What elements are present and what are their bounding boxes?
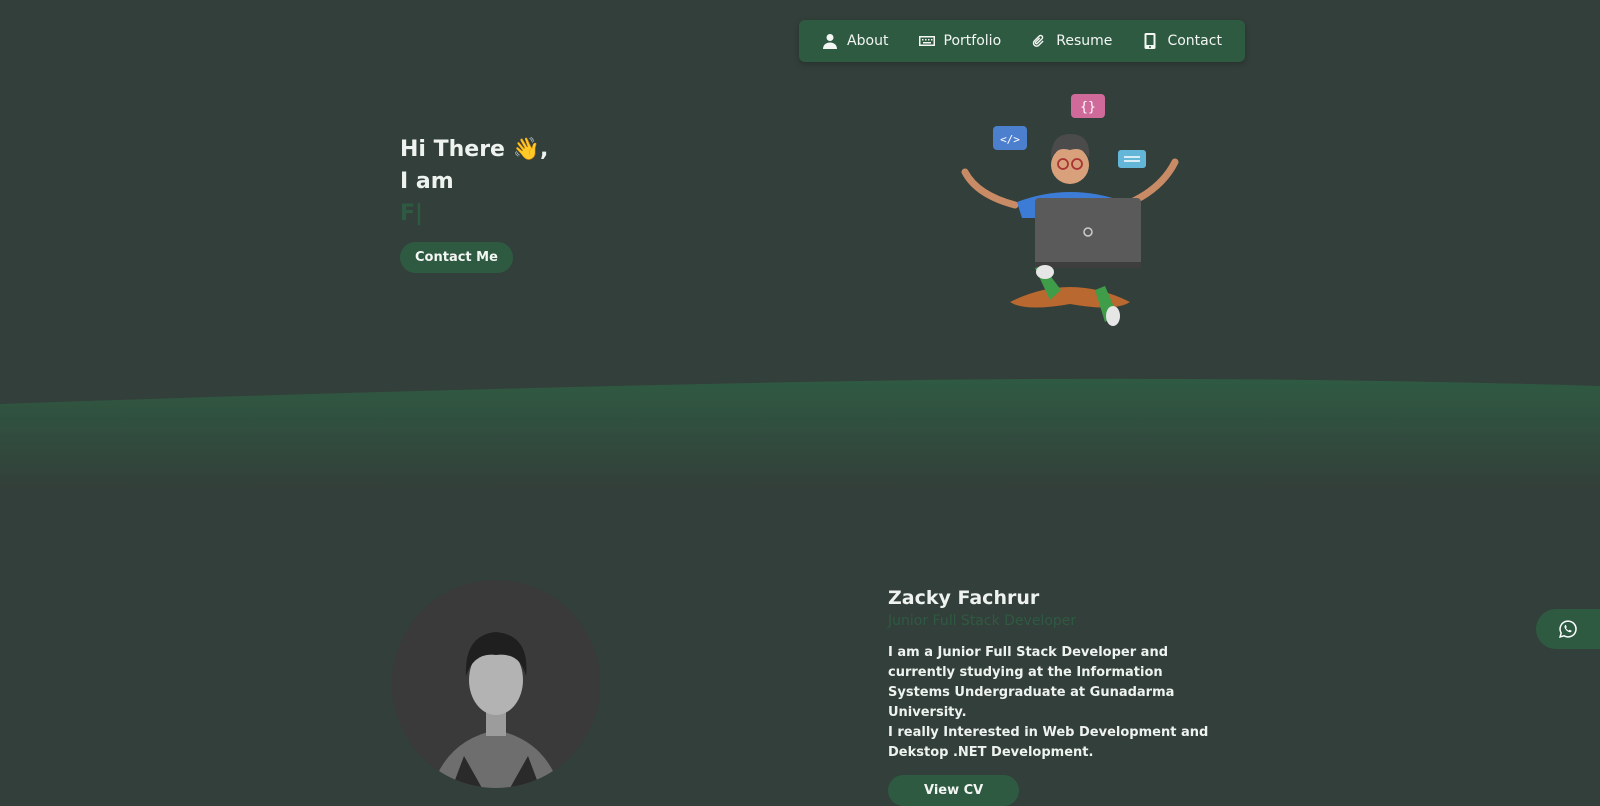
hero-text: Hi There 👋, I am F|: [400, 134, 548, 230]
nav-item-resume[interactable]: Resume: [1031, 33, 1112, 49]
about-interests: I really Interested in Web Development a…: [888, 725, 1209, 760]
about-name: Zacky Fachrur: [888, 587, 1040, 609]
about-section: Zacky Fachrur Junior Full Stack Develope…: [888, 585, 1228, 806]
top-navigation: About Portfolio Resume Contact: [799, 20, 1245, 62]
nav-label-about: About: [847, 33, 889, 49]
profile-photo: [392, 580, 600, 788]
user-icon: [823, 34, 838, 49]
contact-me-button[interactable]: Contact Me: [400, 242, 513, 273]
nav-item-contact[interactable]: Contact: [1142, 33, 1222, 49]
svg-text:{}: {}: [1080, 100, 1096, 115]
whatsapp-icon: [1559, 620, 1577, 638]
view-cv-button[interactable]: View CV: [888, 775, 1020, 806]
nav-item-about[interactable]: About: [822, 33, 888, 49]
nav-label-portfolio: Portfolio: [943, 33, 1002, 49]
nav-label-resume: Resume: [1056, 33, 1113, 49]
developer-illustration: {} </>: [961, 94, 1179, 326]
hero-intro: I am: [400, 169, 454, 194]
hero-greeting: Hi There 👋,: [400, 137, 549, 162]
mobile-phone-icon: [1144, 33, 1156, 49]
nav-label-contact: Contact: [1167, 33, 1222, 49]
about-description: I am a Junior Full Stack Developer and c…: [888, 645, 1175, 720]
svg-text:</>: </>: [1000, 133, 1020, 146]
decorative-wave: [0, 378, 1600, 490]
whatsapp-button[interactable]: [1536, 609, 1600, 649]
keyboard-icon: [918, 36, 935, 46]
paperclip-icon: [1033, 34, 1044, 47]
hero-typed-text: F|: [400, 201, 424, 226]
about-role: Junior Full Stack Developer: [888, 613, 1077, 629]
nav-item-portfolio[interactable]: Portfolio: [918, 33, 1002, 49]
